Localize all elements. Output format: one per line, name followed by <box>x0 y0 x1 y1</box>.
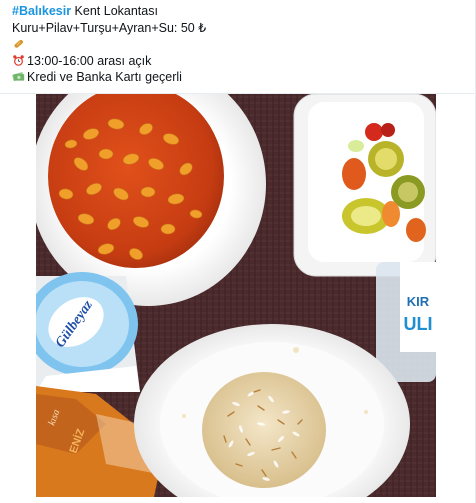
ayran-cup: Gülbeyaz <box>36 272 140 392</box>
bottle-label-bottom: ULI <box>404 314 433 334</box>
hours-line: 13:00-16:00 arası açık <box>12 53 206 70</box>
water-bottle: KIR ULI <box>376 262 436 382</box>
restaurant-name: Kent Lokantası <box>71 4 158 18</box>
payment-line: Kredi ve Banka Kartı geçerli <box>12 69 206 86</box>
food-photo-illustration: KIR ULI Gülbeyaz ENİZ kısa <box>36 94 436 497</box>
payment-text: Kredi ve Banka Kartı geçerli <box>27 70 182 84</box>
bread-icon <box>14 39 23 48</box>
food-photo[interactable]: KIR ULI Gülbeyaz ENİZ kısa <box>36 94 436 497</box>
hours-text: 13:00-16:00 arası açık <box>27 53 152 68</box>
hashtag-link[interactable]: #Balıkesir <box>12 4 71 18</box>
tweet-title-line: #Balıkesir Kent Lokantası <box>12 3 206 20</box>
pickle-bowl <box>293 94 436 277</box>
bottle-label-top: KIR <box>407 294 430 309</box>
menu-line: Kuru+Pilav+Turşu+Ayran+Su: 50 ₺ <box>12 20 207 35</box>
alarm-clock-icon <box>13 54 24 66</box>
tweet-post: #Balıkesir Kent Lokantası Kuru+Pilav+Tur… <box>0 0 476 503</box>
tweet-text: #Balıkesir Kent Lokantası Kuru+Pilav+Tur… <box>12 3 206 86</box>
bread-line <box>12 36 206 53</box>
money-icon <box>12 72 25 81</box>
